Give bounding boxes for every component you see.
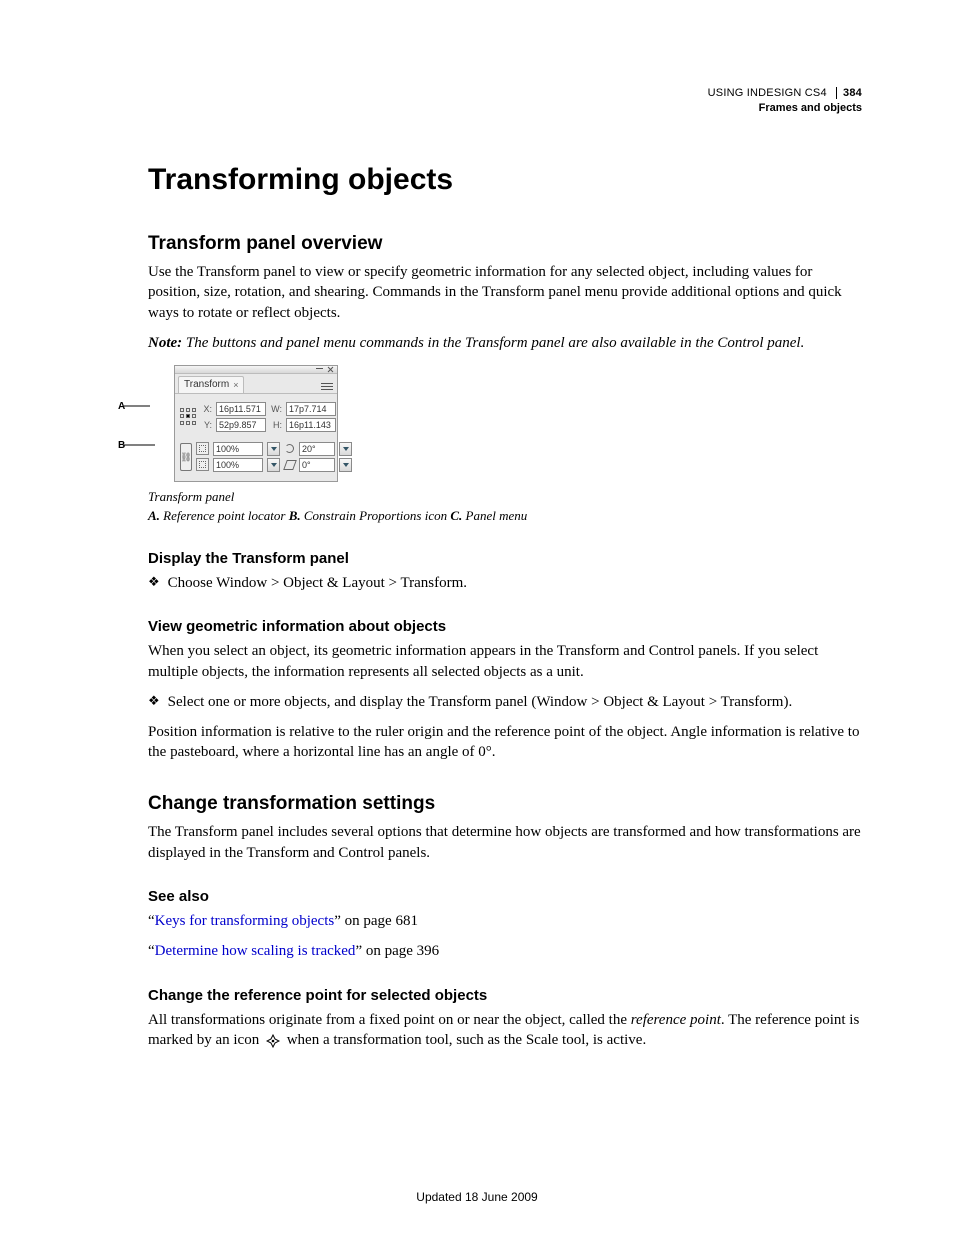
- section-transform-overview: Transform panel overview: [148, 231, 862, 257]
- step-text: Choose Window > Object & Layout > Transf…: [168, 573, 467, 593]
- note-label: Note:: [148, 335, 182, 351]
- heading-view-geometric: View geometric information about objects: [148, 617, 862, 637]
- scale-x-icon: [196, 442, 209, 455]
- field-w[interactable]: 17p7.714: [286, 402, 336, 416]
- para: The Transform panel includes several opt…: [148, 822, 862, 863]
- heading-see-also: See also: [148, 887, 862, 907]
- link-scaling-tracked[interactable]: Determine how scaling is tracked: [155, 943, 356, 959]
- panel-menu-icon[interactable]: [320, 381, 334, 393]
- diamond-bullet-icon: ❖: [148, 694, 160, 707]
- para: Use the Transform panel to view or speci…: [148, 262, 862, 323]
- scale-y-dropdown[interactable]: [267, 458, 280, 472]
- note-text: The buttons and panel menu commands in t…: [182, 335, 804, 351]
- heading-display-panel: Display the Transform panel: [148, 549, 862, 569]
- reference-point-icon: [266, 1034, 280, 1048]
- term-reference-point: reference point: [631, 1012, 721, 1028]
- figure-caption: Transform panel: [148, 488, 862, 506]
- step: ❖ Choose Window > Object & Layout > Tran…: [148, 573, 862, 593]
- panel-tab[interactable]: Transform ×: [178, 376, 244, 393]
- figure-legend: A. Reference point locator B. Constrain …: [148, 507, 862, 525]
- label-x: X:: [200, 403, 212, 415]
- panel-tab-label: Transform: [184, 378, 229, 392]
- see-also-item: “Determine how scaling is tracked” on pa…: [148, 941, 862, 961]
- see-also-item: “Keys for transforming objects” on page …: [148, 911, 862, 931]
- running-title: USING INDESIGN CS4: [708, 87, 827, 99]
- step-text: Select one or more objects, and display …: [168, 692, 793, 712]
- minimize-icon[interactable]: [316, 368, 323, 374]
- para: Position information is relative to the …: [148, 722, 862, 763]
- diamond-bullet-icon: ❖: [148, 575, 160, 588]
- para: When you select an object, its geometric…: [148, 641, 862, 682]
- field-shear[interactable]: 0°: [299, 458, 335, 472]
- rotate-icon: [284, 443, 295, 454]
- heading-change-reference-point: Change the reference point for selected …: [148, 986, 862, 1006]
- reference-point-locator[interactable]: [180, 408, 196, 426]
- scale-x-dropdown[interactable]: [267, 442, 280, 456]
- note: Note: The buttons and panel menu command…: [148, 333, 862, 353]
- close-icon[interactable]: [327, 367, 334, 372]
- footer-updated: Updated 18 June 2009: [0, 1189, 954, 1205]
- para: All transformations originate from a fix…: [148, 1010, 862, 1051]
- svg-text:A: A: [118, 401, 125, 412]
- running-section: Frames and objects: [708, 101, 862, 116]
- rotate-dropdown[interactable]: [339, 442, 352, 456]
- label-w: W:: [270, 403, 282, 415]
- field-h[interactable]: 16p11.143: [286, 418, 336, 432]
- chapter-title: Transforming objects: [148, 160, 862, 201]
- shear-dropdown[interactable]: [339, 458, 352, 472]
- field-rotate[interactable]: 20°: [299, 442, 335, 456]
- svg-text:B: B: [118, 440, 125, 451]
- link-keys-transforming[interactable]: Keys for transforming objects: [155, 913, 335, 929]
- label-h: H:: [270, 419, 282, 431]
- step: ❖ Select one or more objects, and displa…: [148, 692, 862, 712]
- section-change-settings: Change transformation settings: [148, 791, 862, 817]
- figure-transform-panel: A B C Transform ×: [148, 365, 862, 525]
- tab-close-icon[interactable]: ×: [233, 379, 238, 391]
- field-scale-x[interactable]: 100%: [213, 442, 263, 456]
- transform-panel: Transform ×: [174, 365, 338, 482]
- shear-icon: [284, 459, 295, 470]
- panel-titlebar: [175, 366, 337, 374]
- label-y: Y:: [200, 419, 212, 431]
- field-y[interactable]: 52p9.857: [216, 418, 266, 432]
- page-number: 384: [836, 87, 862, 99]
- field-scale-y[interactable]: 100%: [213, 458, 263, 472]
- running-header: USING INDESIGN CS4 384 Frames and object…: [708, 86, 862, 117]
- field-x[interactable]: 16p11.571: [216, 402, 266, 416]
- constrain-proportions-icon[interactable]: ⛓: [180, 443, 192, 471]
- scale-y-icon: [196, 458, 209, 471]
